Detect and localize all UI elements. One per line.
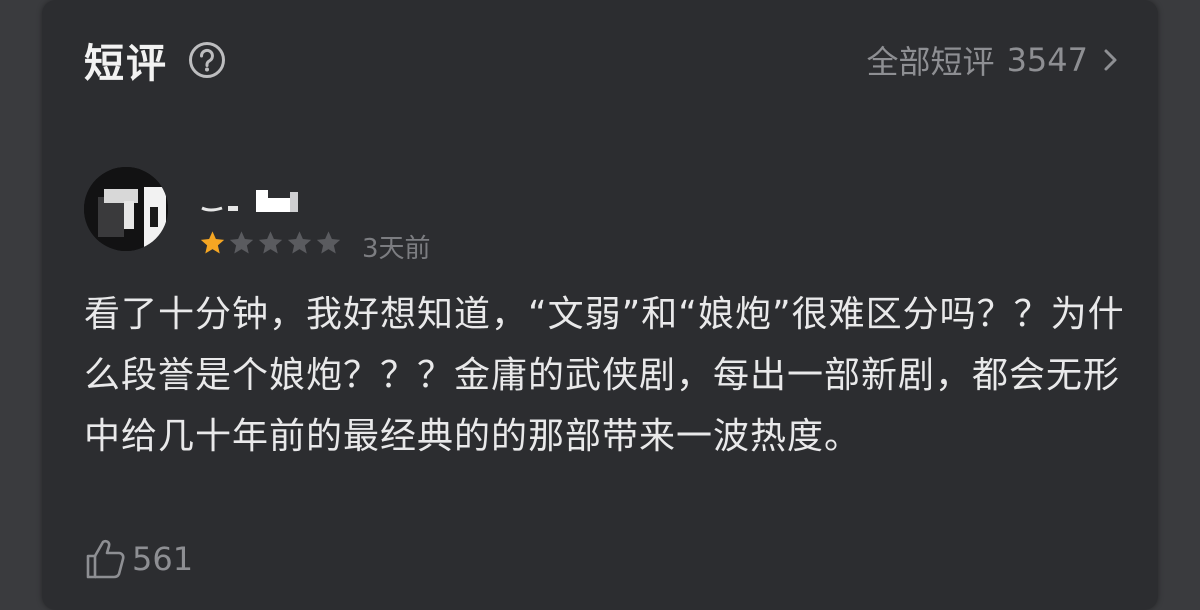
section-header: 短评 bbox=[84, 30, 226, 90]
star-empty-icon bbox=[285, 229, 314, 257]
star-filled-icon bbox=[198, 229, 227, 257]
like-button[interactable]: 561 bbox=[84, 537, 193, 581]
all-reviews-link[interactable]: 全部短评 3547 bbox=[867, 36, 1120, 84]
thumbs-up-icon bbox=[84, 537, 126, 581]
review-time: 3天前 bbox=[362, 234, 431, 264]
short-review-card: 短评 全部短评 3547 3天前 看了十分钟，我好想知道，“文弱”和“娘炮”很难… bbox=[42, 0, 1158, 610]
all-reviews-label: 全部短评 bbox=[866, 43, 995, 81]
question-circle-icon[interactable] bbox=[188, 41, 226, 79]
star-empty-icon bbox=[227, 229, 256, 257]
all-reviews-count: 3547 bbox=[1006, 41, 1088, 79]
username[interactable] bbox=[200, 186, 300, 214]
star-empty-icon bbox=[256, 229, 285, 257]
section-title: 短评 bbox=[84, 41, 168, 87]
chevron-right-icon bbox=[1102, 45, 1120, 75]
star-empty-icon bbox=[314, 229, 343, 257]
review-text: 看了十分钟，我好想知道，“文弱”和“娘炮”很难区分吗？？为什么段誉是个娘炮？？？… bbox=[84, 294, 1125, 457]
like-count: 561 bbox=[132, 540, 194, 578]
avatar[interactable] bbox=[84, 167, 168, 251]
star-rating bbox=[198, 229, 343, 257]
